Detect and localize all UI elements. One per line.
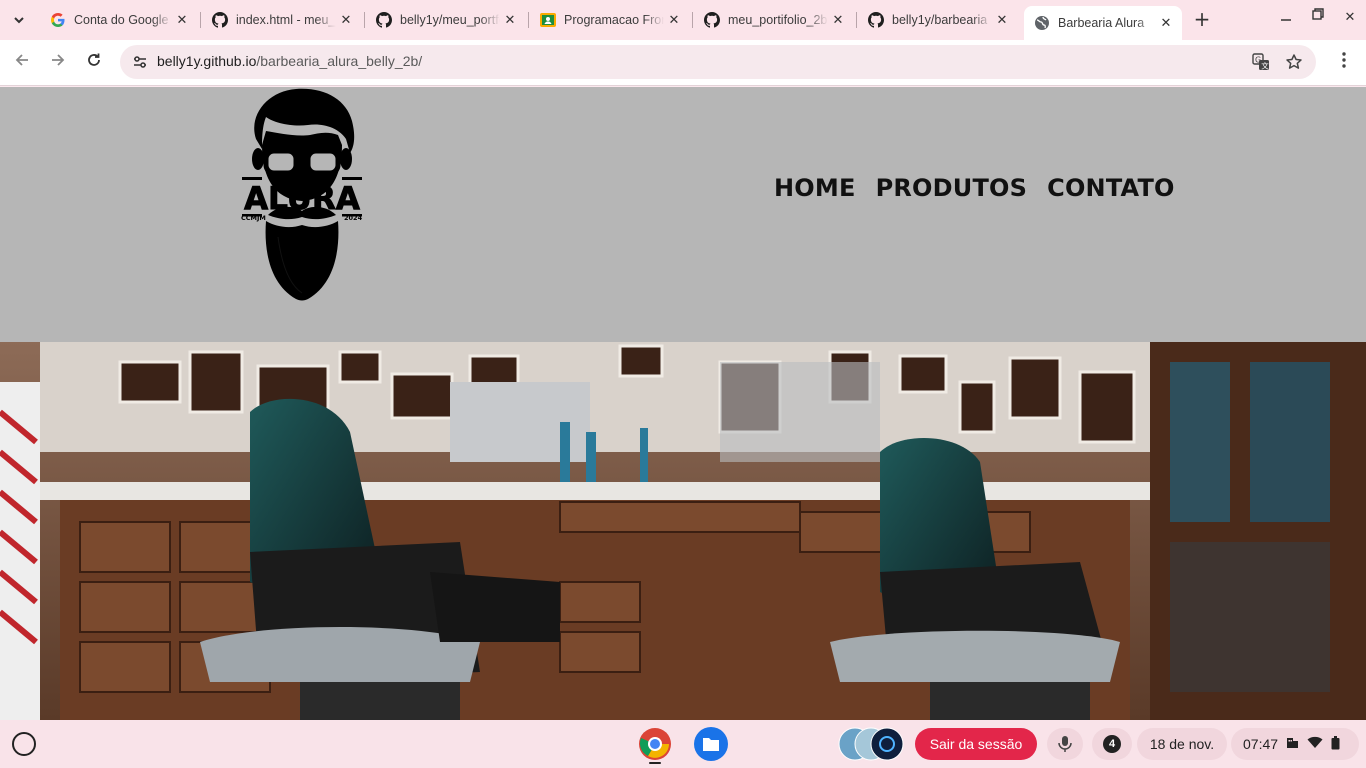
web-page: ALURA CCMJM 2024 HOME PRODUTOS CONTATO <box>0 87 1366 720</box>
tab-separator <box>528 12 529 28</box>
nav-link-home[interactable]: HOME <box>774 174 856 202</box>
tab-search-chevron-icon[interactable] <box>6 8 32 32</box>
close-tab-icon[interactable]: ✕ <box>500 12 520 28</box>
clock-time: 07:47 <box>1243 736 1279 752</box>
wifi-icon <box>1307 736 1323 752</box>
close-tab-icon[interactable]: ✕ <box>172 12 192 28</box>
restore-icon[interactable] <box>1308 8 1328 28</box>
launcher-button[interactable] <box>12 732 36 756</box>
alura-barber-logo[interactable]: ALURA CCMJM 2024 <box>238 87 366 303</box>
files-app-icon[interactable] <box>694 727 728 761</box>
chrome-app-icon[interactable] <box>638 727 672 761</box>
tab-title: belly1y/meu_portfolio <box>400 13 500 27</box>
tab-separator <box>692 12 693 28</box>
tab-separator <box>200 12 201 28</box>
tab-meu-portifolio-2b[interactable]: meu_portifolio_2b ✕ <box>694 6 854 34</box>
logo-year: 2024 <box>344 214 363 222</box>
close-window-icon[interactable]: ✕ <box>1340 10 1360 30</box>
url-text[interactable]: belly1y.github.io/barbearia_alura_belly_… <box>157 53 422 69</box>
tab-barbearia-alura[interactable]: Barbearia Alura ✕ <box>1024 6 1182 40</box>
logout-button[interactable]: Sair da sessão <box>915 728 1037 760</box>
url-host: belly1y.github.io <box>157 53 257 69</box>
close-tab-icon[interactable]: ✕ <box>664 12 684 28</box>
bookmark-star-icon[interactable] <box>1285 53 1303 71</box>
nav-link-contato[interactable]: CONTATO <box>1047 174 1175 202</box>
tab-meu-portfolio[interactable]: belly1y/meu_portfolio ✕ <box>366 6 526 34</box>
holding-space-thumbnails[interactable] <box>838 727 904 761</box>
barbershop-interior-illustration <box>0 342 1366 720</box>
url-path: /barbearia_alura_belly_2b/ <box>256 53 423 69</box>
managed-device-icon <box>1286 736 1299 752</box>
date-pill[interactable]: 18 de nov. <box>1137 728 1227 760</box>
chrome-running-indicator <box>649 762 661 764</box>
globe-icon <box>1034 15 1050 31</box>
hero-barbershop-image <box>0 342 1366 720</box>
minimize-icon[interactable] <box>1276 10 1296 30</box>
tab-title: meu_portifolio_2b <box>728 13 828 27</box>
close-tab-icon[interactable]: ✕ <box>828 12 848 28</box>
site-settings-icon[interactable] <box>132 54 148 70</box>
notification-count: 4 <box>1103 735 1121 753</box>
tab-separator <box>364 12 365 28</box>
classroom-icon <box>540 12 556 28</box>
battery-icon <box>1331 735 1340 753</box>
translate-icon[interactable]: G文 <box>1252 53 1270 71</box>
tab-title: Conta do Google <box>74 13 169 27</box>
tab-title: index.html - meu_portfolio <box>236 13 336 27</box>
address-bar[interactable]: belly1y.github.io/barbearia_alura_belly_… <box>120 45 1316 79</box>
tab-strip: Conta do Google ✕ index.html - meu_portf… <box>0 0 1366 40</box>
new-tab-button[interactable]: + <box>1192 9 1212 29</box>
browser-toolbar: belly1y.github.io/barbearia_alura_belly_… <box>0 40 1366 86</box>
tab-title: Programacao Front-end <box>564 13 664 27</box>
site-header: ALURA CCMJM 2024 HOME PRODUTOS CONTATO <box>0 87 1366 342</box>
google-icon <box>50 12 66 28</box>
tab-title: Barbearia Alura <box>1058 16 1145 30</box>
browser-menu-icon[interactable] <box>1334 52 1354 74</box>
system-tray[interactable]: 07:47 <box>1231 728 1359 760</box>
close-tab-icon[interactable]: ✕ <box>992 12 1012 28</box>
svg-text:文: 文 <box>1261 61 1269 71</box>
close-tab-icon[interactable]: ✕ <box>336 12 356 28</box>
forward-arrow-icon[interactable] <box>47 52 69 74</box>
tab-index-html[interactable]: index.html - meu_portfolio ✕ <box>202 6 362 34</box>
tab-belly1y-barbearia[interactable]: belly1y/barbearia ✕ <box>858 6 1018 34</box>
site-nav: HOME PRODUTOS CONTATO <box>774 174 1175 202</box>
nav-link-produtos[interactable]: PRODUTOS <box>876 174 1028 202</box>
microphone-icon[interactable] <box>1047 728 1083 760</box>
tab-programacao-front[interactable]: Programacao Front-end ✕ <box>530 6 690 34</box>
tab-separator <box>856 12 857 28</box>
github-icon <box>704 12 720 28</box>
github-icon <box>212 12 228 28</box>
close-tab-icon[interactable]: ✕ <box>1156 15 1176 31</box>
logo-left-text: CCMJM <box>241 214 266 222</box>
github-icon <box>868 12 884 28</box>
tab-google-account[interactable]: Conta do Google ✕ <box>40 6 198 34</box>
reload-icon[interactable] <box>83 52 105 74</box>
github-icon <box>376 12 392 28</box>
back-arrow-icon[interactable] <box>11 52 33 74</box>
notification-pill[interactable]: 4 <box>1092 728 1132 760</box>
tab-title: belly1y/barbearia <box>892 13 988 27</box>
